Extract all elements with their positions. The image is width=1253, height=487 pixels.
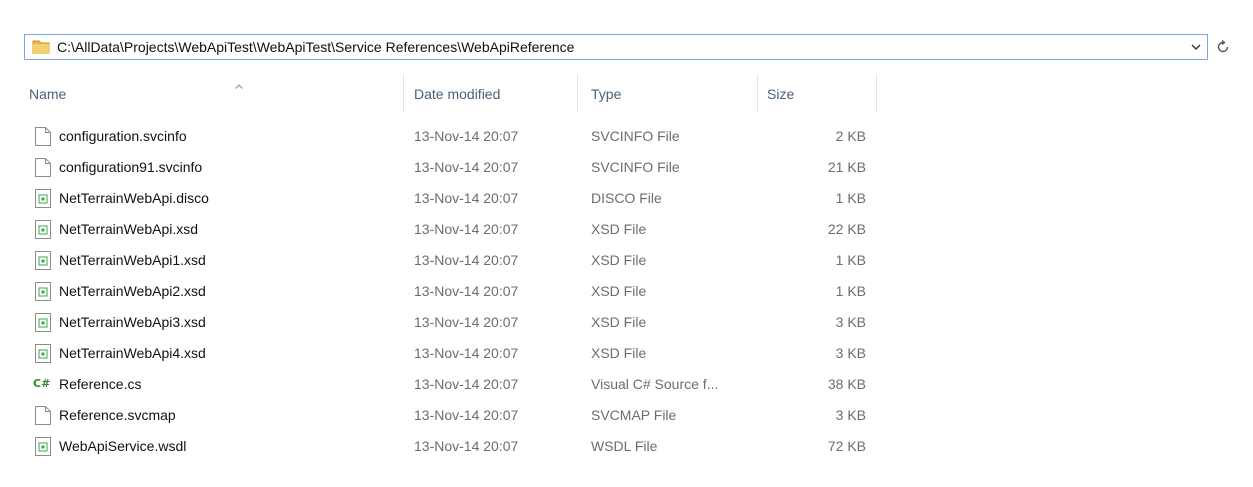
file-date: 13-Nov-14 20:07 — [414, 376, 519, 392]
file-date: 13-Nov-14 20:07 — [414, 345, 519, 361]
file-row[interactable]: C# Reference.cs 13-Nov-14 20:07 Visual C… — [0, 369, 1253, 400]
xml-file-icon — [35, 220, 51, 239]
file-row[interactable]: NetTerrainWebApi.disco 13-Nov-14 20:07 D… — [0, 183, 1253, 214]
file-type: SVCINFO File — [591, 128, 680, 144]
refresh-icon[interactable] — [1210, 34, 1236, 60]
file-size: 1 KB — [835, 283, 866, 299]
column-header-size[interactable]: Size — [767, 74, 877, 112]
xml-file-icon — [35, 282, 51, 301]
file-date: 13-Nov-14 20:07 — [414, 407, 519, 423]
file-type: Visual C# Source f... — [591, 376, 719, 392]
file-row[interactable]: configuration91.svcinfo 13-Nov-14 20:07 … — [0, 152, 1253, 183]
blank-file-icon — [35, 127, 51, 146]
file-type: XSD File — [591, 221, 647, 237]
file-name: NetTerrainWebApi1.xsd — [59, 252, 206, 268]
chevron-down-icon[interactable] — [1185, 35, 1207, 59]
file-date: 13-Nov-14 20:07 — [414, 252, 519, 268]
file-size: 3 KB — [835, 345, 866, 361]
sort-ascending-icon — [235, 76, 243, 92]
file-date: 13-Nov-14 20:07 — [414, 190, 519, 206]
xml-file-icon — [35, 189, 51, 208]
file-row[interactable]: WebApiService.wsdl 13-Nov-14 20:07 WSDL … — [0, 431, 1253, 462]
file-type: DISCO File — [591, 190, 662, 206]
blank-file-icon — [35, 158, 51, 177]
csharp-file-icon: C# — [33, 377, 51, 390]
file-row[interactable]: NetTerrainWebApi.xsd 13-Nov-14 20:07 XSD… — [0, 214, 1253, 245]
file-size: 1 KB — [835, 252, 866, 268]
blank-file-icon — [35, 406, 51, 425]
file-size: 3 KB — [835, 314, 866, 330]
file-date: 13-Nov-14 20:07 — [414, 438, 519, 454]
column-header-name-label: Name — [29, 86, 67, 102]
file-date: 13-Nov-14 20:07 — [414, 128, 519, 144]
file-type: WSDL File — [591, 438, 658, 454]
xml-file-icon — [35, 251, 51, 270]
file-size: 3 KB — [835, 407, 866, 423]
column-header-date[interactable]: Date modified — [414, 74, 578, 112]
file-row[interactable]: NetTerrainWebApi4.xsd 13-Nov-14 20:07 XS… — [0, 338, 1253, 369]
file-row[interactable]: NetTerrainWebApi2.xsd 13-Nov-14 20:07 XS… — [0, 276, 1253, 307]
column-header-type-label: Type — [591, 86, 622, 102]
file-name: NetTerrainWebApi4.xsd — [59, 345, 206, 361]
file-list: configuration.svcinfo 13-Nov-14 20:07 SV… — [0, 121, 1253, 462]
file-name: NetTerrainWebApi.xsd — [59, 221, 199, 237]
file-size: 21 KB — [827, 159, 866, 175]
column-header-name[interactable]: Name — [29, 74, 404, 112]
file-type: XSD File — [591, 252, 647, 268]
file-explorer-window: C:\AllData\Projects\WebApiTest\WebApiTes… — [0, 0, 1253, 487]
column-header-row: Name Date modified Type Size — [0, 74, 1253, 112]
xml-file-icon — [35, 313, 51, 332]
file-name: configuration91.svcinfo — [59, 159, 203, 175]
file-size: 72 KB — [827, 438, 866, 454]
address-path[interactable]: C:\AllData\Projects\WebApiTest\WebApiTes… — [57, 39, 1185, 55]
file-size: 2 KB — [835, 128, 866, 144]
file-name: NetTerrainWebApi2.xsd — [59, 283, 206, 299]
file-type: SVCMAP File — [591, 407, 677, 423]
file-size: 38 KB — [827, 376, 866, 392]
file-name: NetTerrainWebApi3.xsd — [59, 314, 206, 330]
file-name: Reference.cs — [59, 376, 142, 392]
file-row[interactable]: NetTerrainWebApi3.xsd 13-Nov-14 20:07 XS… — [0, 307, 1253, 338]
file-row[interactable]: NetTerrainWebApi1.xsd 13-Nov-14 20:07 XS… — [0, 245, 1253, 276]
file-date: 13-Nov-14 20:07 — [414, 283, 519, 299]
file-name: WebApiService.wsdl — [59, 438, 187, 454]
file-row[interactable]: configuration.svcinfo 13-Nov-14 20:07 SV… — [0, 121, 1253, 152]
file-date: 13-Nov-14 20:07 — [414, 159, 519, 175]
file-name: Reference.svcmap — [59, 407, 176, 423]
file-type: XSD File — [591, 345, 647, 361]
file-type: SVCINFO File — [591, 159, 680, 175]
xml-file-icon — [35, 437, 51, 456]
file-type: XSD File — [591, 283, 647, 299]
column-header-type[interactable]: Type — [591, 74, 758, 112]
file-name: configuration.svcinfo — [59, 128, 187, 144]
column-header-size-label: Size — [767, 86, 795, 102]
file-date: 13-Nov-14 20:07 — [414, 221, 519, 237]
file-name: NetTerrainWebApi.disco — [59, 190, 209, 206]
top-edge — [0, 0, 1253, 10]
file-type: XSD File — [591, 314, 647, 330]
xml-file-icon — [35, 344, 51, 363]
file-date: 13-Nov-14 20:07 — [414, 314, 519, 330]
column-header-date-label: Date modified — [414, 86, 501, 102]
file-row[interactable]: Reference.svcmap 13-Nov-14 20:07 SVCMAP … — [0, 400, 1253, 431]
address-bar[interactable]: C:\AllData\Projects\WebApiTest\WebApiTes… — [24, 34, 1208, 60]
folder-icon — [32, 39, 50, 55]
file-size: 1 KB — [835, 190, 866, 206]
file-size: 22 KB — [827, 221, 866, 237]
